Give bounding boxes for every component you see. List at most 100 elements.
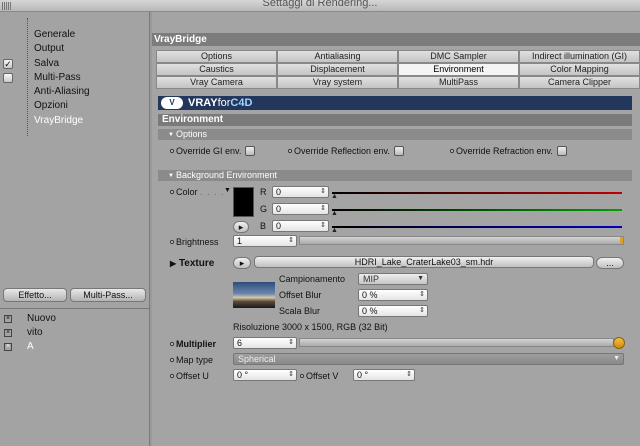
stepper-icon: ⇕	[320, 205, 326, 212]
nav-label: Opzioni	[34, 100, 68, 112]
tab-color-mapping[interactable]: Color Mapping	[519, 63, 640, 76]
multiplier-slider[interactable]	[299, 338, 614, 347]
window-title: Settaggi di Rendering...	[262, 0, 378, 9]
r-slider[interactable]	[332, 192, 622, 194]
multiplier-label: Multiplier	[176, 339, 216, 349]
nav-item-multipass[interactable]: Multi-Pass	[0, 71, 150, 85]
anim-dot-icon	[300, 374, 304, 378]
nav-item-output[interactable]: Output	[0, 42, 150, 56]
tab-dmc-sampler[interactable]: DMC Sampler	[398, 50, 519, 63]
tab-vray-camera[interactable]: Vray Camera	[156, 76, 277, 89]
r-input[interactable]: 0 ⇕	[272, 186, 329, 198]
offset-u-input[interactable]: 0 ° ⇕	[233, 369, 297, 381]
stepper-icon: ⇕	[288, 339, 294, 346]
background-header[interactable]: ▼ Background Environment	[158, 170, 632, 181]
offset-u-row: Offset U	[170, 371, 209, 382]
b-slider-handle[interactable]: ▲	[331, 227, 338, 234]
multiplier-input[interactable]: 6 ⇕	[233, 337, 297, 349]
nav-label: Output	[34, 43, 65, 55]
override-gi-checkbox[interactable]	[245, 146, 256, 156]
map-type-dropdown[interactable]: Spherical ▼	[233, 353, 624, 365]
r-slider-handle[interactable]: ▲	[331, 193, 338, 200]
render-setting-item[interactable]: × Nuovo	[0, 312, 150, 326]
nav-label: Generale	[34, 29, 76, 40]
brightness-input[interactable]: 1 ⇕	[233, 235, 297, 247]
texture-label: Texture	[178, 258, 215, 269]
nav-item-salva[interactable]: ✓ Salva	[0, 57, 150, 71]
g-input[interactable]: 0 ⇕	[272, 203, 329, 215]
anim-dot-icon	[170, 342, 174, 346]
offset-v-input[interactable]: 0 ° ⇕	[353, 369, 415, 381]
window-titlebar: Settaggi di Rendering...	[0, 0, 640, 12]
chevron-down-icon: ▼	[417, 275, 424, 282]
tab-bar: Options Antialiasing DMC Sampler Indirec…	[156, 50, 640, 89]
expand-triangle-icon[interactable]: ▶	[170, 259, 176, 268]
tab-environment[interactable]: Environment	[398, 63, 519, 76]
panel-title: VrayBridge	[152, 33, 640, 46]
color-picker-arrow-icon[interactable]: ▼	[224, 185, 231, 196]
multiplier-value: 6	[237, 338, 243, 348]
tab-antialiasing[interactable]: Antialiasing	[277, 50, 398, 63]
override-reflection-checkbox[interactable]	[393, 146, 404, 156]
brand-vray: VRAY	[188, 97, 218, 109]
x-icon: ×	[4, 315, 12, 323]
override-refraction-checkbox[interactable]	[556, 146, 567, 156]
brightness-slider[interactable]	[299, 236, 624, 245]
effect-button[interactable]: Effetto...	[3, 288, 67, 302]
offset-blur-input[interactable]: 0 % ⇕	[358, 289, 428, 301]
render-setting-item[interactable]: × A	[0, 340, 150, 354]
tab-caustics[interactable]: Caustics	[156, 63, 277, 76]
r-value: 0	[276, 187, 282, 197]
b-slider[interactable]	[332, 226, 622, 228]
nav-label: VrayBridge	[34, 114, 84, 126]
color-swatch[interactable]	[233, 187, 254, 217]
g-label: G	[260, 204, 268, 214]
salva-checkbox[interactable]: ✓	[3, 58, 13, 69]
texture-options-button[interactable]: ▸	[233, 257, 251, 269]
scale-blur-input[interactable]: 0 % ⇕	[358, 305, 428, 317]
color-options-button[interactable]: ▸	[233, 221, 249, 233]
texture-row: ▶ Texture	[170, 258, 214, 269]
resolution-text: Risoluzione 3000 x 1500, RGB (32 Bit)	[233, 322, 388, 332]
triangle-down-icon: ▼	[168, 173, 174, 179]
nav-item-vraybridge[interactable]: VrayBridge	[0, 114, 150, 128]
offset-u-value: 0 °	[237, 370, 249, 380]
vray-banner: V VRAYforC4D	[158, 96, 632, 110]
options-header[interactable]: ▼ Options	[158, 129, 632, 140]
render-setting-label: vito	[27, 327, 43, 338]
offset-u-label: Offset U	[176, 371, 209, 381]
b-input[interactable]: 0 ⇕	[272, 220, 329, 232]
sampling-dropdown[interactable]: MIP ▼	[358, 273, 428, 285]
nav-label: Salva	[34, 57, 60, 69]
offset-v-value: 0 °	[357, 370, 369, 380]
map-type-value: Spherical	[238, 354, 276, 364]
texture-browse-button[interactable]: ...	[596, 257, 624, 269]
g-slider-handle[interactable]: ▲	[331, 210, 338, 217]
stepper-icon: ⇕	[419, 307, 425, 314]
nav-item-generale[interactable]: Generale	[0, 28, 150, 42]
texture-file-button[interactable]: HDRI_Lake_CraterLake03_sm.hdr	[254, 256, 594, 268]
anim-dot-icon	[170, 374, 174, 378]
stepper-icon: ⇕	[288, 237, 294, 244]
tab-options[interactable]: Options	[156, 50, 277, 63]
nav-item-opzioni[interactable]: Opzioni	[0, 99, 150, 113]
nav-label: Anti-Aliasing	[34, 86, 90, 98]
multipass-checkbox[interactable]	[3, 72, 13, 83]
render-setting-item[interactable]: × vito	[0, 326, 150, 340]
nav-item-antialiasing[interactable]: Anti-Aliasing	[0, 85, 150, 99]
texture-preview-thumbnail	[233, 282, 275, 308]
r-label: R	[260, 187, 267, 197]
sidebar: Generale Output ✓ Salva Multi-Pass Anti-A…	[0, 12, 150, 446]
tab-multipass[interactable]: MultiPass	[398, 76, 519, 89]
main-panel: VrayBridge Options Antialiasing DMC Samp…	[152, 12, 640, 446]
stepper-icon: ⇕	[419, 291, 425, 298]
multiplier-slider-handle[interactable]	[613, 337, 625, 349]
tab-camera-clipper[interactable]: Camera Clipper	[519, 76, 640, 89]
tab-indirect-illumination[interactable]: Indirect illumination (GI)	[519, 50, 640, 63]
multipass-button[interactable]: Multi-Pass...	[70, 288, 146, 302]
tab-displacement[interactable]: Displacement	[277, 63, 398, 76]
sampling-label: Campionamento	[279, 274, 346, 284]
g-slider[interactable]	[332, 209, 622, 211]
tab-vray-system[interactable]: Vray system	[277, 76, 398, 89]
color-row: Color . . . .	[170, 187, 225, 198]
